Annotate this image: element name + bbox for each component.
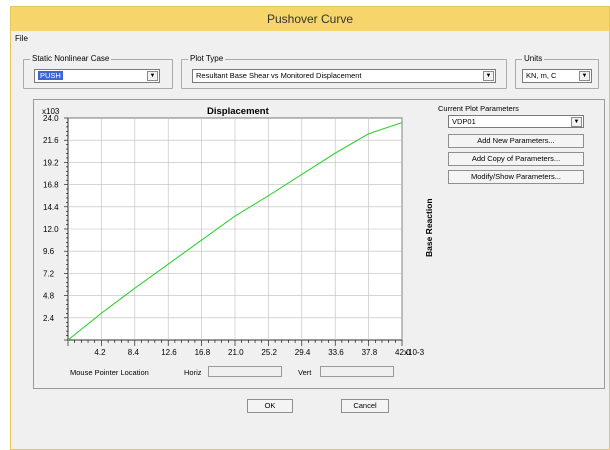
vert-label: Vert [298,368,312,377]
plot-panel: 4.2 8.4 12.6 16.8 21.0 25.2 29.4 33.6 37.8 42.0 2.… [33,99,605,389]
units-label: Units [522,54,545,64]
static-case-value: PUSH [38,71,63,80]
plot-params-select[interactable]: VDP01 ▼ [448,115,584,128]
plot-type-label: Plot Type [188,54,226,64]
units-group: Units KN, m, C ▼ [515,54,599,89]
x-tick-label: 16.8 [195,348,211,357]
units-select[interactable]: KN, m, C ▼ [522,69,592,83]
x-tick-label: 29.4 [295,348,311,357]
x-tick-label: 12.6 [161,348,177,357]
x-tick-label: 21.0 [228,348,244,357]
ok-button[interactable]: OK [247,399,293,413]
cancel-button[interactable]: Cancel [341,399,389,413]
plot-params-label: Current Plot Parameters [438,104,519,113]
y-tick-label: 19.2 [43,158,59,167]
pushover-chart[interactable]: 4.2 8.4 12.6 16.8 21.0 25.2 29.4 33.6 37.8 42.02.… [34,100,434,390]
y-scale-label: x103 [42,107,60,116]
horiz-field [208,366,282,377]
y-axis-label: Base Reaction [424,198,434,257]
modify-show-parameters-button[interactable]: Modify/Show Parameters... [448,170,584,184]
window-title: Pushover Curve [11,7,609,31]
chevron-down-icon[interactable]: ▼ [571,117,582,127]
chart-title: Displacement [207,106,270,117]
vert-field [320,366,394,377]
x-tick-label: 25.2 [261,348,277,357]
y-tick-label: 21.6 [43,136,59,145]
add-copy-parameters-button[interactable]: Add Copy of Parameters... [448,152,584,166]
units-value: KN, m, C [526,71,557,80]
chevron-down-icon[interactable]: ▼ [483,71,494,81]
x-tick-label: 4.2 [94,348,106,357]
y-tick-label: 4.8 [43,292,55,301]
y-tick-label: 12.0 [43,225,59,234]
plot-params-value: VDP01 [452,117,476,126]
static-case-label: Static Nonlinear Case [30,54,112,64]
static-case-select[interactable]: PUSH ▼ [34,69,160,83]
chevron-down-icon[interactable]: ▼ [147,71,158,81]
static-case-group: Static Nonlinear Case PUSH ▼ [23,54,173,89]
plot-type-select[interactable]: Resultant Base Shear vs Monitored Displa… [192,69,496,83]
x-scale-label: x10-3 [404,348,425,357]
pushover-window: Pushover Curve File Static Nonlinear Cas… [10,6,610,450]
y-tick-label: 16.8 [43,181,59,190]
menu-file[interactable]: File [15,34,28,43]
x-tick-label: 37.8 [362,348,378,357]
mouse-location-label: Mouse Pointer Location [70,368,149,377]
y-tick-label: 14.4 [43,203,59,212]
y-tick-label: 7.2 [43,269,55,278]
plot-type-value: Resultant Base Shear vs Monitored Displa… [196,71,362,80]
y-tick-label: 9.6 [43,247,55,256]
x-tick-label: 33.6 [328,348,344,357]
menu-bar: File [11,32,609,46]
chevron-down-icon[interactable]: ▼ [579,71,590,81]
plot-type-group: Plot Type Resultant Base Shear vs Monito… [181,54,507,89]
add-new-parameters-button[interactable]: Add New Parameters... [448,134,584,148]
horiz-label: Horiz [184,368,202,377]
y-tick-label: 2.4 [43,314,55,323]
x-tick-label: 8.4 [128,348,140,357]
